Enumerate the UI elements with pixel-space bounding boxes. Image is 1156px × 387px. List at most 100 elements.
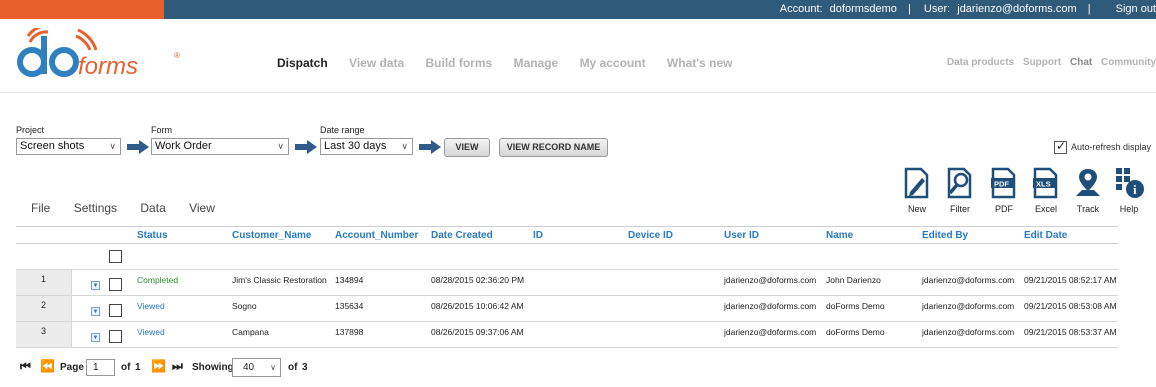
customer-name-cell: Campana — [232, 327, 269, 337]
chevron-down-icon: ∨ — [109, 141, 116, 151]
track-label: Track — [1076, 204, 1100, 214]
user-label: User: — [923, 3, 951, 15]
status-cell[interactable]: Completed — [137, 275, 178, 285]
user-id-cell: jdarienzo@doforms.com — [724, 327, 817, 337]
edit-date-cell: 09/21/2015 08:53:08 AM — [1024, 301, 1117, 311]
edited-by-cell: jdarienzo@doforms.com — [922, 275, 1015, 285]
column-header-user-id[interactable]: User ID — [724, 230, 759, 241]
row-menu-dropdown-icon[interactable]: ▼ — [91, 333, 100, 342]
nav-support[interactable]: Support — [1023, 57, 1061, 68]
nav-view-data[interactable]: View data — [349, 56, 404, 70]
row-number: 3 — [16, 322, 72, 347]
row-menu-dropdown-icon[interactable]: ▼ — [91, 281, 100, 290]
showing-label: Showing — [192, 362, 234, 373]
nav-community[interactable]: Community — [1101, 57, 1156, 68]
menu-data[interactable]: Data — [140, 201, 165, 215]
track-icon — [1076, 169, 1100, 196]
track-tool[interactable]: Track — [1068, 166, 1108, 214]
total-pages: 1 — [135, 362, 141, 373]
new-tool[interactable]: New — [897, 166, 937, 214]
next-page-icon[interactable]: ⏩ — [151, 359, 166, 373]
nav-whats-new[interactable]: What's new — [667, 56, 733, 70]
column-header-account-number[interactable]: Account_Number — [335, 230, 418, 241]
customer-name-cell: Jim's Classic Restoration — [232, 275, 327, 285]
doforms-logo[interactable]: forms ® — [16, 28, 186, 84]
status-cell[interactable]: Viewed — [137, 301, 165, 311]
row-menu-dropdown-icon[interactable]: ▼ — [91, 307, 100, 316]
view-record-name-button[interactable]: VIEW RECORD NAME — [499, 138, 608, 157]
new-label: New — [907, 204, 926, 214]
chevron-down-icon: ∨ — [270, 363, 276, 372]
form-select[interactable]: Work Order ∨ — [151, 138, 289, 155]
project-select[interactable]: Screen shots ∨ — [16, 138, 121, 155]
top-bar: Account: doformsdemo | User: jdarienzo@d… — [0, 0, 1156, 19]
arrow-right-icon — [419, 140, 441, 154]
previous-page-icon[interactable]: ⏪ — [40, 359, 55, 373]
help-label: Help — [1119, 204, 1139, 214]
filter-label: Filter — [950, 204, 970, 214]
auto-refresh-checkbox[interactable] — [1054, 139, 1067, 154]
nav-dispatch[interactable]: Dispatch — [277, 56, 328, 70]
name-cell: John Darienzo — [826, 275, 881, 285]
page-size-value: 40 — [243, 362, 255, 373]
pdf-label: PDF — [995, 204, 1013, 214]
column-header-customer-name[interactable]: Customer_Name — [232, 230, 311, 241]
row-number: 1 — [16, 270, 72, 295]
excel-label: Excel — [1034, 204, 1057, 214]
table-row[interactable]: 2 ▼ Viewed Sogno 135634 08/26/2015 10:06… — [16, 296, 1118, 322]
page-size-select[interactable]: 40 ∨ — [232, 358, 281, 377]
table-header: Status Customer_Name Account_Number Date… — [16, 226, 1118, 244]
sign-out-link[interactable]: Sign out — [1116, 3, 1156, 15]
menu-settings[interactable]: Settings — [74, 201, 117, 215]
user-id-cell: jdarienzo@doforms.com — [724, 275, 817, 285]
auto-refresh-toggle[interactable]: Auto-refresh display — [1054, 139, 1151, 154]
page-number-input[interactable]: 1 — [86, 359, 115, 376]
pdf-tool[interactable]: PDF PDF — [984, 166, 1024, 214]
column-header-id[interactable]: ID — [533, 230, 543, 241]
pdf-icon: PDF — [991, 167, 1016, 199]
column-header-date-created[interactable]: Date Created — [431, 230, 493, 241]
nav-build-forms[interactable]: Build forms — [426, 56, 493, 70]
nav-data-products[interactable]: Data products — [947, 57, 1014, 68]
status-cell[interactable]: Viewed — [137, 327, 165, 337]
date-created-cell: 08/28/2015 02:36:20 PM — [431, 275, 525, 285]
separator: | — [1087, 3, 1091, 15]
menu-file[interactable]: File — [31, 201, 50, 215]
project-select-value: Screen shots — [20, 140, 85, 152]
nav-my-account[interactable]: My account — [580, 56, 646, 70]
chevron-down-icon: ∨ — [277, 141, 284, 151]
date-created-cell: 08/26/2015 10:06:42 AM — [431, 301, 524, 311]
table-row[interactable]: 3 ▼ Viewed Campana 137898 08/26/2015 09:… — [16, 322, 1118, 348]
of-label: of — [121, 362, 131, 373]
row-checkbox[interactable] — [109, 330, 122, 343]
nav-manage[interactable]: Manage — [514, 56, 559, 70]
page-label: Page — [60, 362, 84, 373]
excel-tool[interactable]: XLS Excel — [1026, 166, 1066, 214]
customer-name-cell: Sogno — [232, 301, 257, 311]
filter-tool[interactable]: Filter — [940, 166, 980, 214]
column-header-edit-date[interactable]: Edit Date — [1024, 230, 1067, 241]
separator: | — [907, 3, 911, 15]
name-cell: doForms Demo — [826, 327, 885, 337]
edited-by-cell: jdarienzo@doforms.com — [922, 327, 1015, 337]
nav-chat[interactable]: Chat — [1070, 57, 1092, 68]
help-tool[interactable]: i Help — [1109, 166, 1149, 214]
date-range-select[interactable]: Last 30 days ∨ — [320, 138, 413, 155]
view-button[interactable]: VIEW — [444, 138, 490, 157]
edit-date-cell: 09/21/2015 08:52:17 AM — [1024, 275, 1117, 285]
last-page-icon[interactable]: ⏭ — [172, 359, 183, 373]
date-range-select-value: Last 30 days — [324, 140, 387, 152]
select-all-checkbox[interactable] — [109, 250, 122, 263]
column-header-edited-by[interactable]: Edited By — [922, 230, 968, 241]
first-page-icon[interactable]: ⏮ — [20, 359, 31, 373]
column-header-name[interactable]: Name — [826, 230, 853, 241]
account-number-cell: 135634 — [335, 301, 364, 311]
column-header-status[interactable]: Status — [137, 230, 168, 241]
edit-date-cell: 09/21/2015 08:53:37 AM — [1024, 327, 1117, 337]
row-checkbox[interactable] — [109, 304, 122, 317]
table-row[interactable]: 1 ▼ Completed Jim's Classic Restoration … — [16, 270, 1118, 296]
filter-icon — [947, 167, 972, 199]
row-checkbox[interactable] — [109, 278, 122, 291]
menu-view[interactable]: View — [189, 201, 215, 215]
column-header-device-id[interactable]: Device ID — [628, 230, 673, 241]
